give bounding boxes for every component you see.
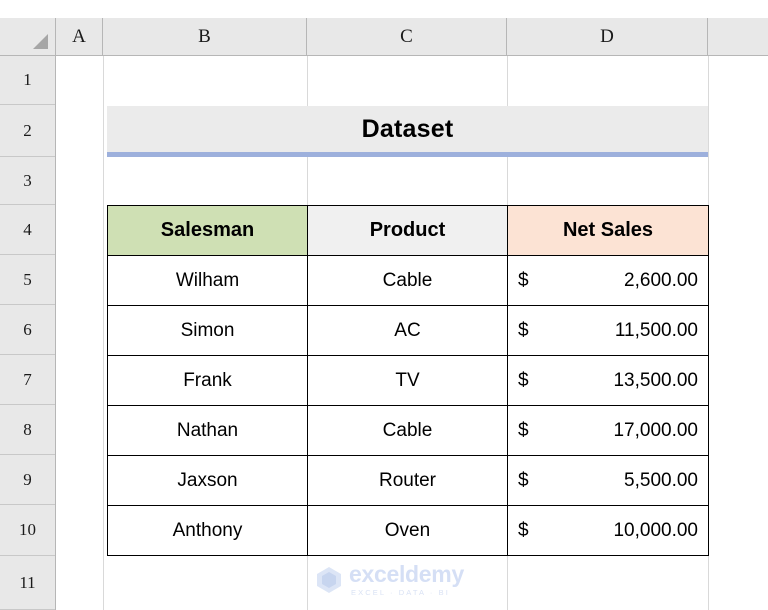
cell-net-sales[interactable]: $ 5,500.00 xyxy=(507,455,709,506)
exceldemy-logo-icon xyxy=(317,566,341,593)
select-all-corner[interactable] xyxy=(0,18,56,56)
cell-salesman[interactable]: Jaxson xyxy=(107,455,308,506)
column-header-product[interactable]: Product xyxy=(307,205,508,256)
column-header-b[interactable]: B xyxy=(103,18,307,55)
row-header-10[interactable]: 10 xyxy=(0,505,55,556)
net-sales-value: 11,500.00 xyxy=(614,319,698,341)
spreadsheet-grid: A B C D 1 2 3 4 5 6 7 8 9 10 11 Dataset … xyxy=(0,0,768,610)
table-header-row: Salesman Product Net Sales xyxy=(107,205,709,256)
net-sales-value: 2,600.00 xyxy=(624,269,698,291)
exceldemy-watermark: exceldemy EXCEL · DATA · BI xyxy=(316,563,464,597)
cell-product[interactable]: Router xyxy=(307,455,508,506)
net-sales-value: 17,000.00 xyxy=(613,419,698,441)
table-row: Nathan Cable $ 17,000.00 xyxy=(107,405,709,456)
row-header-7[interactable]: 7 xyxy=(0,355,55,405)
dataset-title-banner[interactable]: Dataset xyxy=(107,106,708,157)
watermark-brand-name: exceldemy xyxy=(349,561,464,587)
row-header-1[interactable]: 1 xyxy=(0,56,55,105)
gridline-a-b xyxy=(103,56,104,610)
currency-symbol: $ xyxy=(518,369,529,391)
table-row: Wilham Cable $ 2,600.00 xyxy=(107,255,709,306)
row-header-8[interactable]: 8 xyxy=(0,405,55,455)
cell-net-sales[interactable]: $ 11,500.00 xyxy=(507,305,709,356)
currency-symbol: $ xyxy=(518,419,529,441)
currency-symbol: $ xyxy=(518,469,529,491)
table-row: Frank TV $ 13,500.00 xyxy=(107,355,709,406)
column-header-salesman[interactable]: Salesman xyxy=(107,205,308,256)
row-header-bar: 1 2 3 4 5 6 7 8 9 10 11 xyxy=(0,56,56,610)
cell-net-sales[interactable]: $ 2,600.00 xyxy=(507,255,709,306)
cell-product[interactable]: AC xyxy=(307,305,508,356)
table-row: Simon AC $ 11,500.00 xyxy=(107,305,709,356)
currency-symbol: $ xyxy=(518,269,529,291)
cell-salesman[interactable]: Frank xyxy=(107,355,308,406)
watermark-text: exceldemy EXCEL · DATA · BI xyxy=(349,563,464,597)
cell-product[interactable]: Cable xyxy=(307,405,508,456)
cell-salesman[interactable]: Anthony xyxy=(107,505,308,556)
cell-net-sales[interactable]: $ 10,000.00 xyxy=(507,505,709,556)
currency-symbol: $ xyxy=(518,519,529,541)
cell-net-sales[interactable]: $ 17,000.00 xyxy=(507,405,709,456)
column-header-d[interactable]: D xyxy=(507,18,708,55)
row-header-4[interactable]: 4 xyxy=(0,205,55,255)
cell-salesman[interactable]: Simon xyxy=(107,305,308,356)
row-header-3[interactable]: 3 xyxy=(0,157,55,205)
column-header-net-sales[interactable]: Net Sales xyxy=(507,205,709,256)
net-sales-value: 13,500.00 xyxy=(613,369,698,391)
cell-net-sales[interactable]: $ 13,500.00 xyxy=(507,355,709,406)
row-header-5[interactable]: 5 xyxy=(0,255,55,305)
page-title: Dataset xyxy=(361,114,454,143)
net-sales-value: 10,000.00 xyxy=(613,519,698,541)
table-row: Jaxson Router $ 5,500.00 xyxy=(107,455,709,506)
row-header-9[interactable]: 9 xyxy=(0,455,55,505)
column-header-c[interactable]: C xyxy=(307,18,507,55)
cell-product[interactable]: Oven xyxy=(307,505,508,556)
dataset-table: Salesman Product Net Sales Wilham Cable … xyxy=(107,205,709,556)
row-header-6[interactable]: 6 xyxy=(0,305,55,355)
column-header-a[interactable]: A xyxy=(56,18,103,55)
cell-salesman[interactable]: Nathan xyxy=(107,405,308,456)
table-row: Anthony Oven $ 10,000.00 xyxy=(107,505,709,556)
cell-product[interactable]: TV xyxy=(307,355,508,406)
row-header-11[interactable]: 11 xyxy=(0,556,55,610)
row-header-2[interactable]: 2 xyxy=(0,105,55,157)
watermark-tagline: EXCEL · DATA · BI xyxy=(351,588,450,597)
net-sales-value: 5,500.00 xyxy=(624,469,698,491)
column-header-e[interactable] xyxy=(708,18,768,55)
column-header-bar: A B C D xyxy=(56,18,768,56)
cell-product[interactable]: Cable xyxy=(307,255,508,306)
cell-salesman[interactable]: Wilham xyxy=(107,255,308,306)
select-all-triangle-icon xyxy=(33,34,48,49)
currency-symbol: $ xyxy=(518,319,529,341)
